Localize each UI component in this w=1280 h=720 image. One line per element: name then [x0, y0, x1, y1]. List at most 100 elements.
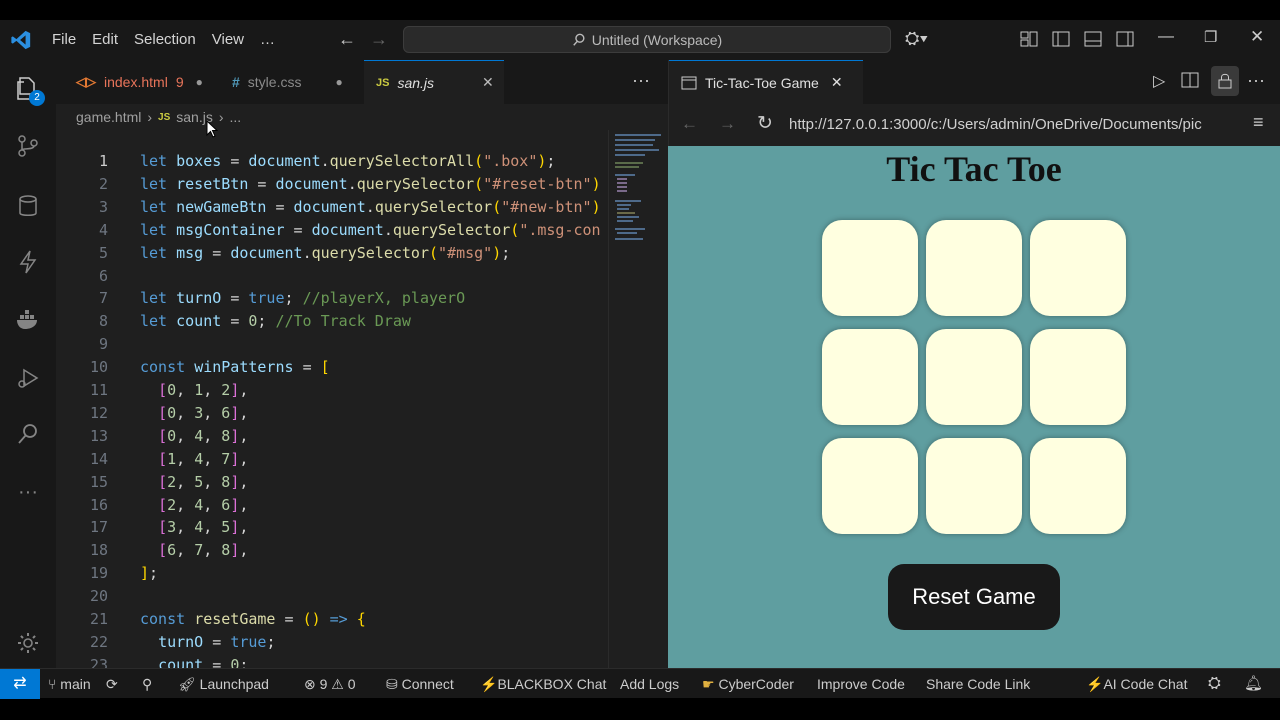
- copilot-status-icon[interactable]: ⛭: [1208, 669, 1221, 699]
- menu-selection[interactable]: Selection: [126, 31, 204, 48]
- menu-edit[interactable]: Edit: [84, 31, 126, 48]
- nav-back-icon[interactable]: ←: [338, 29, 356, 50]
- lock-icon[interactable]: [1211, 66, 1239, 96]
- tab-preview[interactable]: Tic-Tac-Toe Game ✕: [669, 60, 863, 104]
- code-line[interactable]: 18 [6, 7, 8],: [56, 539, 608, 562]
- game-box-9[interactable]: [1030, 438, 1126, 534]
- copilot-icon[interactable]: ⛭▾: [905, 28, 928, 49]
- toggle-panel-icon[interactable]: [1084, 31, 1102, 52]
- add-logs-status[interactable]: Add Logs: [620, 669, 679, 699]
- blackbox-status[interactable]: ⚡BLACKBOX Chat: [480, 669, 606, 699]
- minimap[interactable]: [608, 130, 668, 668]
- tab-style-css[interactable]: # style.css ●: [232, 60, 356, 104]
- search-icon[interactable]: [0, 414, 56, 454]
- game-box-8[interactable]: [926, 438, 1022, 534]
- code-line[interactable]: 20: [56, 585, 608, 608]
- toggle-secondary-sidebar-icon[interactable]: [1116, 31, 1134, 52]
- split-editor-icon[interactable]: [1181, 72, 1199, 93]
- game-box-5[interactable]: [926, 329, 1022, 425]
- code-line[interactable]: 23 count = 0;: [56, 654, 608, 668]
- forward-icon[interactable]: →: [719, 114, 736, 134]
- launchpad-status[interactable]: 🚀︎ Launchpad: [178, 669, 269, 699]
- restore-icon[interactable]: ❐: [1204, 28, 1217, 46]
- code-line[interactable]: 19];: [56, 562, 608, 585]
- game-box-1[interactable]: [822, 220, 918, 316]
- code-line[interactable]: 12 [0, 3, 6],: [56, 402, 608, 425]
- game-box-6[interactable]: [1030, 329, 1126, 425]
- code-line[interactable]: 21 const resetGame = () => {: [56, 608, 608, 631]
- close-window-icon[interactable]: ✕: [1250, 27, 1264, 47]
- unsaved-dot-icon[interactable]: ●: [196, 75, 203, 89]
- code-line[interactable]: 2 let resetBtn = document.querySelector("…: [56, 173, 608, 196]
- tab-label: index.html: [104, 74, 168, 90]
- customize-layout-icon[interactable]: [1020, 31, 1038, 52]
- explorer-icon[interactable]: 2: [0, 68, 56, 108]
- layout-controls: [1020, 31, 1134, 52]
- improve-code-status[interactable]: Improve Code: [817, 669, 905, 699]
- unsaved-dot-icon[interactable]: ●: [335, 75, 342, 89]
- branch-status[interactable]: ⑂ main: [48, 669, 91, 699]
- menu-view[interactable]: View: [204, 31, 252, 48]
- tab-index-html[interactable]: ◁▷ index.html 9 ●: [76, 60, 222, 104]
- sync-icon[interactable]: ⟳: [106, 669, 118, 699]
- command-center[interactable]: Untitled (Workspace): [403, 26, 891, 53]
- game-box-2[interactable]: [926, 220, 1022, 316]
- game-box-4[interactable]: [822, 329, 918, 425]
- more-actions-icon[interactable]: ···: [1247, 70, 1265, 91]
- nav-forward-icon[interactable]: →: [370, 29, 388, 50]
- code-line[interactable]: 6: [56, 265, 608, 288]
- line-number: 3: [98, 197, 108, 216]
- close-tab-icon[interactable]: ✕: [831, 74, 843, 91]
- remote-icon[interactable]: ⇄: [0, 669, 40, 699]
- ai-code-chat-status[interactable]: ⚡AI Code Chat: [1086, 669, 1188, 699]
- code-line[interactable]: 5 let msg = document.querySelector("#msg"…: [56, 242, 608, 265]
- code-line[interactable]: 11 [0, 1, 2],: [56, 379, 608, 402]
- back-icon[interactable]: ←: [681, 114, 698, 134]
- code-editor[interactable]: 1 let boxes = document.querySelectorAll("…: [56, 130, 608, 668]
- editor-more-actions-icon[interactable]: ···: [632, 70, 650, 91]
- code-line[interactable]: 1 let boxes = document.querySelectorAll("…: [56, 150, 608, 173]
- menu-more[interactable]: …: [252, 31, 283, 48]
- run-debug-icon[interactable]: [0, 358, 56, 398]
- source-control-icon[interactable]: [0, 126, 56, 166]
- code-line[interactable]: 13 [0, 4, 8],: [56, 425, 608, 448]
- menu-file[interactable]: File: [44, 31, 84, 48]
- code-line[interactable]: 22 turnO = true;: [56, 631, 608, 654]
- cybercoder-status[interactable]: ☛ CyberCoder: [702, 669, 794, 699]
- toggle-sidebar-icon[interactable]: [1052, 31, 1070, 52]
- code-line[interactable]: 8 let count = 0; //To Track Draw: [56, 310, 608, 333]
- code-line[interactable]: 15 [2, 5, 8],: [56, 471, 608, 494]
- game-box-7[interactable]: [822, 438, 918, 534]
- game-box-3[interactable]: [1030, 220, 1126, 316]
- code-line[interactable]: 17 [3, 4, 5],: [56, 516, 608, 539]
- breadcrumb-folder[interactable]: game.html: [76, 109, 141, 125]
- line-number: 19: [89, 564, 108, 583]
- lightning-icon[interactable]: [0, 242, 56, 282]
- breadcrumb-symbol[interactable]: ...: [230, 109, 242, 125]
- code-line[interactable]: 4 let msgContainer = document.querySelect…: [56, 219, 608, 242]
- code-line[interactable]: 3 let newGameBtn = document.querySelector…: [56, 196, 608, 219]
- manage-gear-icon[interactable]: [0, 623, 56, 663]
- run-icon[interactable]: ▷: [1153, 71, 1165, 91]
- url-bar[interactable]: http://127.0.0.1:3000/c:/Users/admin/One…: [789, 112, 1249, 138]
- code-line[interactable]: 10 const winPatterns = [: [56, 356, 608, 379]
- code-line[interactable]: 9: [56, 333, 608, 356]
- connect-status[interactable]: ⛁ Connect: [386, 669, 454, 699]
- docker-icon[interactable]: [0, 300, 56, 340]
- reload-icon[interactable]: ↻: [757, 112, 773, 135]
- code-line[interactable]: 16 [2, 4, 6],: [56, 494, 608, 517]
- menu-icon[interactable]: ≡: [1253, 112, 1264, 133]
- more-views-icon[interactable]: ···: [0, 472, 56, 512]
- reset-game-button[interactable]: Reset Game: [888, 564, 1060, 630]
- database-icon[interactable]: [0, 186, 56, 226]
- warning-icon: ⚠: [327, 676, 348, 692]
- problems-status[interactable]: ⊗ 9 ⚠ 0: [304, 669, 356, 699]
- share-code-link-status[interactable]: Share Code Link: [926, 669, 1030, 699]
- code-line[interactable]: 14 [1, 4, 7],: [56, 448, 608, 471]
- git-graph-icon[interactable]: ⚲: [142, 669, 152, 699]
- tab-san-js[interactable]: JS san.js ✕: [364, 60, 504, 104]
- code-line[interactable]: 7 let turnO = true; //playerX, playerO: [56, 287, 608, 310]
- notifications-icon[interactable]: 🔔︎: [1244, 669, 1263, 699]
- close-tab-icon[interactable]: ✕: [482, 74, 494, 91]
- minimize-icon[interactable]: —: [1158, 28, 1174, 46]
